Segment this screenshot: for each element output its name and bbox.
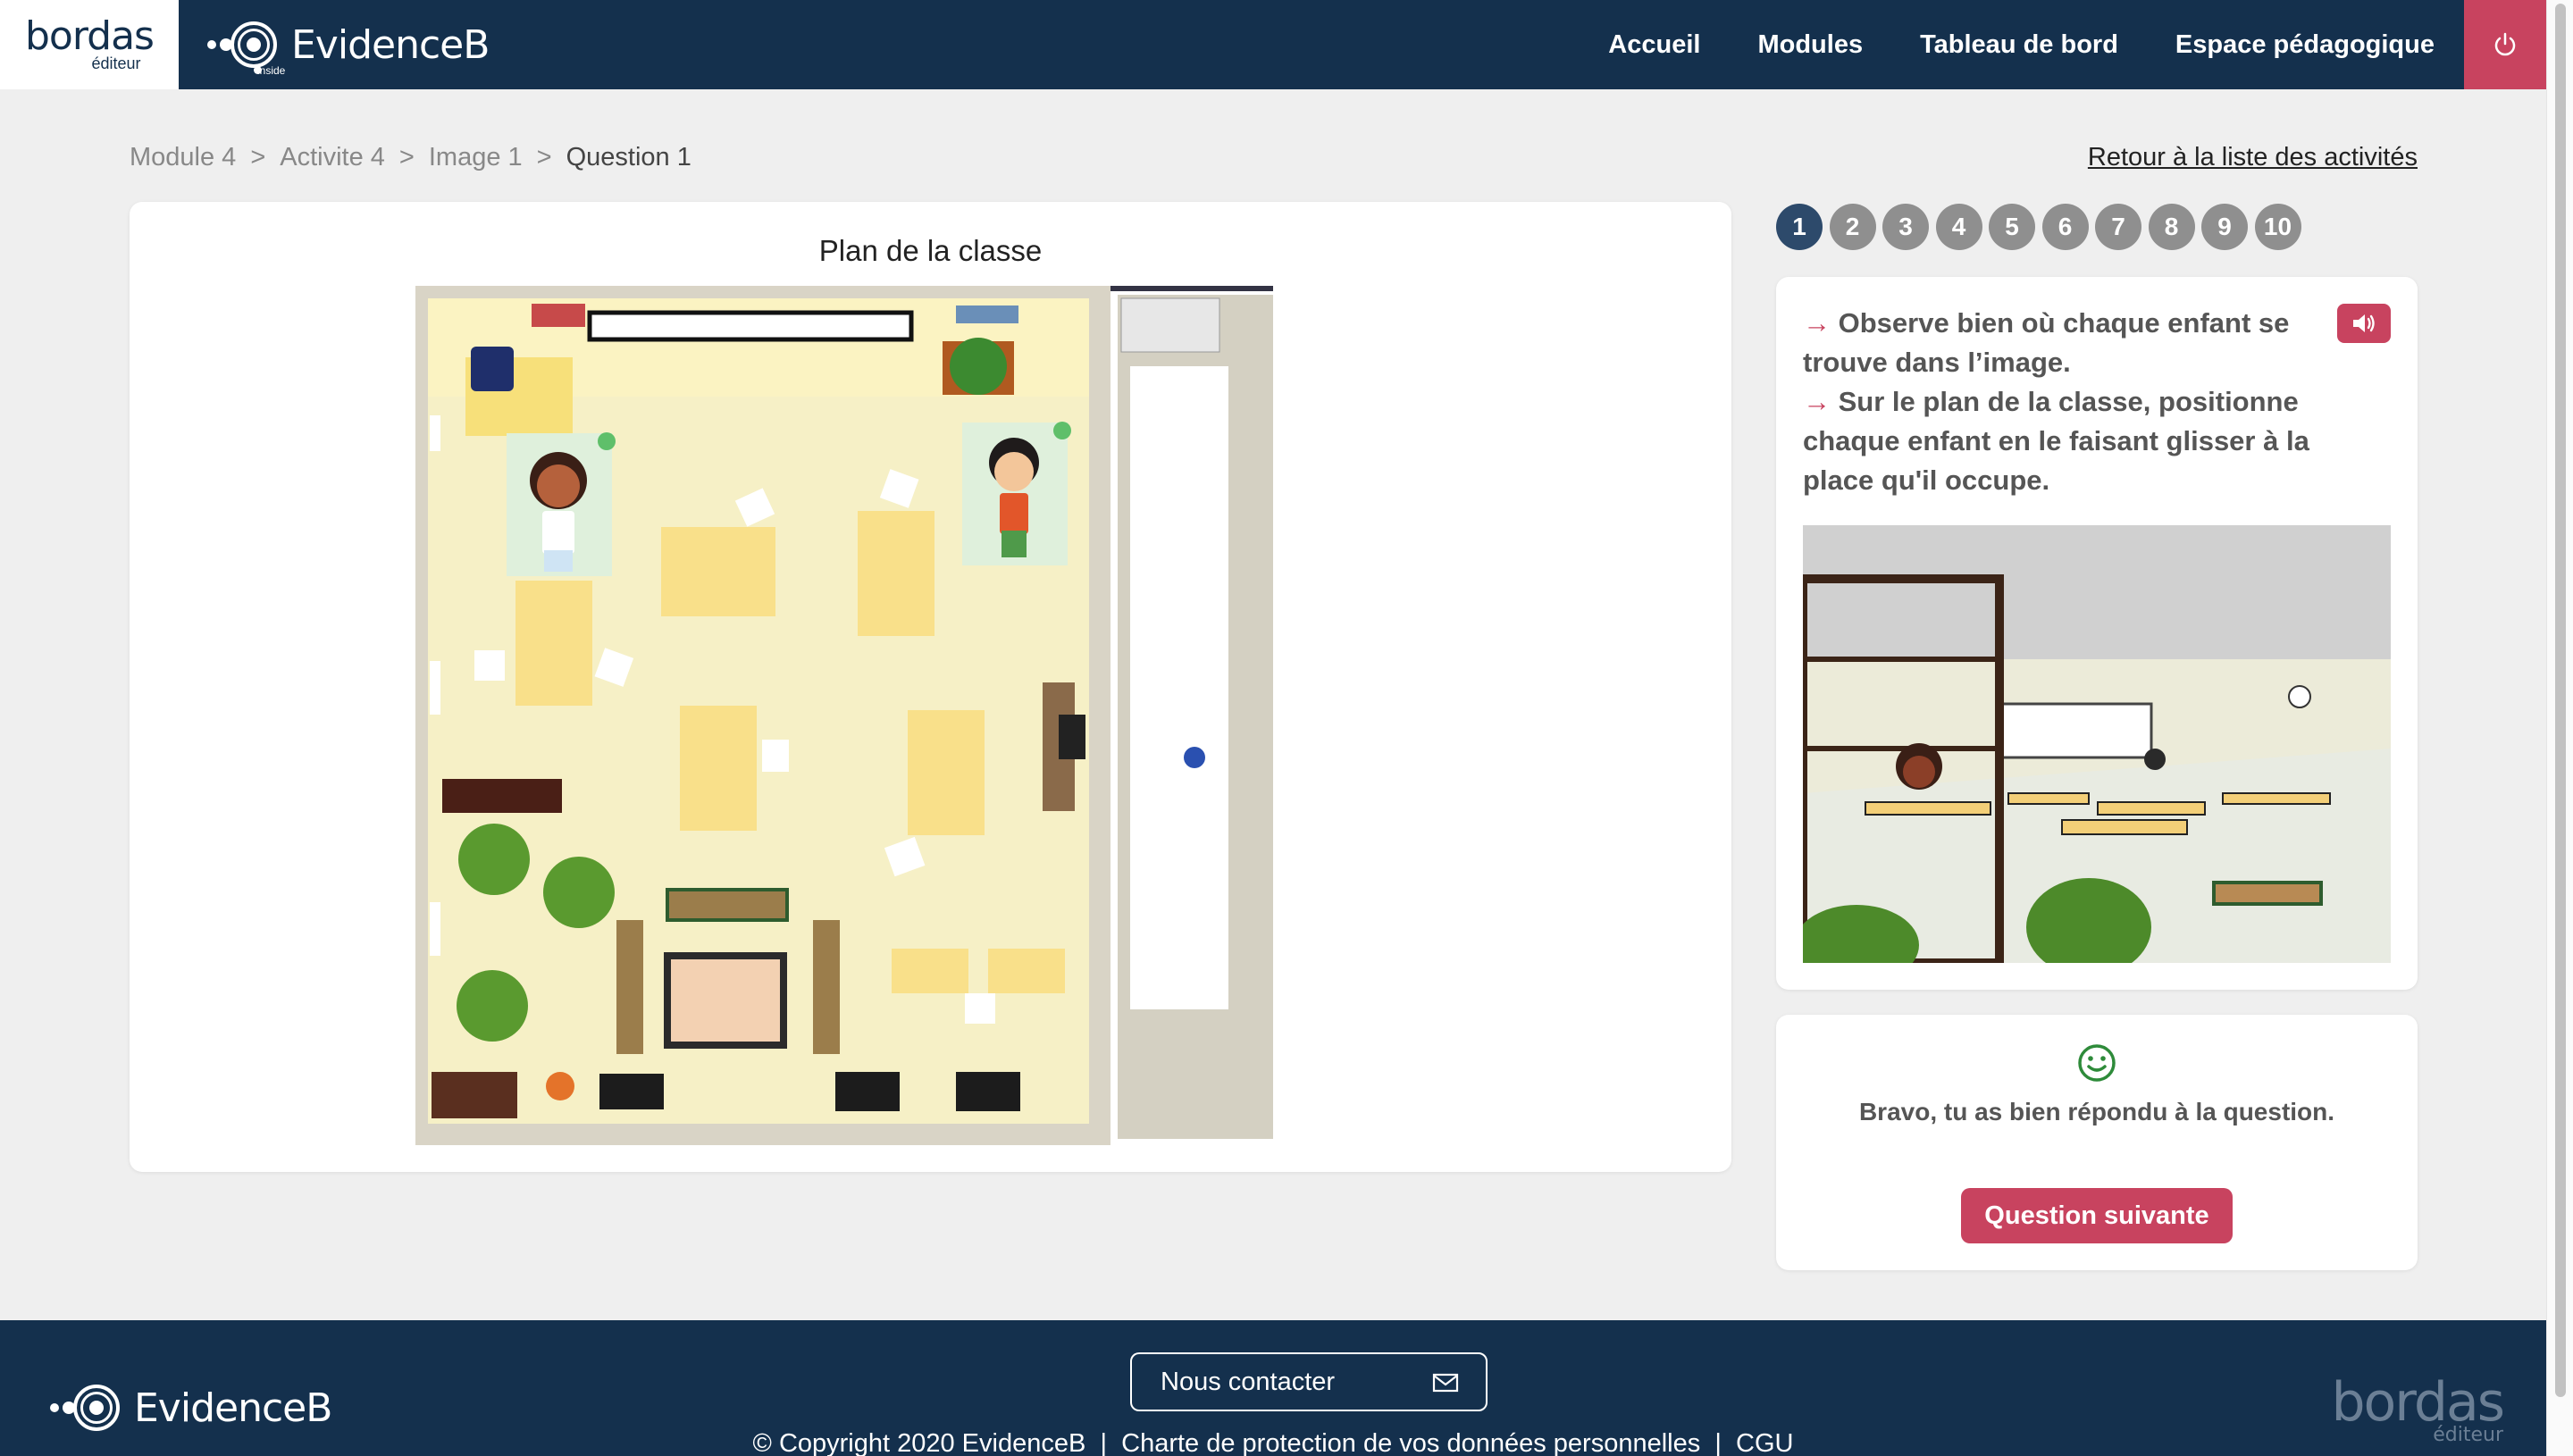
next-question-button[interactable]: Question suivante <box>1961 1188 2233 1243</box>
power-icon <box>2494 32 2516 56</box>
copyright-text: © Copyright 2020 EvidenceB <box>752 1429 1086 1456</box>
footer: EvidenceB Nous contacter © Copyright 202… <box>0 1320 2546 1456</box>
question-navigator: 1 2 3 4 5 6 7 8 9 10 <box>1776 204 2308 250</box>
arrow-icon: → <box>1803 386 1831 417</box>
question-number-1[interactable]: 1 <box>1776 204 1823 250</box>
evidenceb-logo[interactable]: EvidenceB inside <box>207 13 490 77</box>
bordas-logo-text: bordas <box>25 13 155 59</box>
header: bordas éditeur EvidenceB inside Accueil … <box>0 0 2546 89</box>
instruction-line-1: Observe bien où chaque enfant se trouve … <box>1803 307 2290 378</box>
breadcrumb: Module 4 > Activite 4 > Image 1 > Questi… <box>130 143 706 172</box>
footer-separator: | <box>1100 1429 1107 1456</box>
cgu-link[interactable]: CGU <box>1736 1429 1793 1456</box>
classroom-plan[interactable] <box>415 286 1273 1145</box>
bordas-logo[interactable]: bordas éditeur <box>0 0 179 89</box>
feedback-message: Bravo, tu as bien répondu à la question. <box>1858 1098 2335 1125</box>
smiley-icon <box>2078 1044 2116 1082</box>
contact-button[interactable]: Nous contacter <box>1130 1352 1488 1411</box>
breadcrumb-module[interactable]: Module 4 <box>130 143 236 172</box>
privacy-link[interactable]: Charte de protection de vos données pers… <box>1121 1429 1700 1456</box>
breadcrumb-separator: > <box>536 143 552 172</box>
child-token-1[interactable] <box>507 432 616 576</box>
plan-title: Plan de la classe <box>818 234 1043 267</box>
scrollbar-thumb[interactable] <box>2555 4 2566 1397</box>
instruction-line-2: Sur le plan de la classe, positionne cha… <box>1803 386 2309 496</box>
question-number-5[interactable]: 5 <box>1989 204 2035 250</box>
footer-evidenceb-text: EvidenceB <box>134 1385 332 1431</box>
breadcrumb-question: Question 1 <box>566 143 691 172</box>
breadcrumb-separator: > <box>250 143 266 172</box>
breadcrumb-image[interactable]: Image 1 <box>429 143 523 172</box>
footer-links: © Copyright 2020 EvidenceB | Charte de p… <box>0 1429 2546 1456</box>
child-token-2[interactable] <box>962 422 1071 565</box>
back-to-activities-link[interactable]: Retour à la liste des activités <box>2088 143 2418 172</box>
question-number-4[interactable]: 4 <box>1935 204 1982 250</box>
nav-modules[interactable]: Modules <box>1757 30 1863 60</box>
question-number-10[interactable]: 10 <box>2254 204 2301 250</box>
question-number-9[interactable]: 9 <box>2201 204 2248 250</box>
question-number-7[interactable]: 7 <box>2095 204 2141 250</box>
speaker-icon <box>2353 314 2375 332</box>
main-nav: Accueil Modules Tableau de bord Espace p… <box>1551 0 2435 89</box>
footer-bordas-logo[interactable]: bordas éditeur <box>2331 1376 2505 1445</box>
footer-separator: | <box>1714 1429 1722 1456</box>
instructions-card: → Observe bien où chaque enfant se trouv… <box>1776 277 2418 990</box>
nav-dashboard[interactable]: Tableau de bord <box>1920 30 2118 60</box>
question-number-3[interactable]: 3 <box>1882 204 1929 250</box>
question-number-2[interactable]: 2 <box>1829 204 1876 250</box>
evidenceb-logo-sub: inside <box>257 64 286 77</box>
mail-icon <box>1432 1373 1459 1393</box>
evidenceb-logo-text: EvidenceB <box>291 21 490 68</box>
contact-label: Nous contacter <box>1161 1367 1336 1396</box>
nav-teacher-space[interactable]: Espace pédagogique <box>2175 30 2435 60</box>
plan-card: Plan de la classe <box>130 202 1731 1172</box>
bordas-logo-sub: éditeur <box>91 54 141 72</box>
breadcrumb-separator: > <box>398 143 415 172</box>
question-number-6[interactable]: 6 <box>2041 204 2089 250</box>
arrow-icon: → <box>1803 307 1831 339</box>
page-scrollbar[interactable] <box>2546 0 2573 1456</box>
read-aloud-button[interactable] <box>2337 304 2391 343</box>
feedback-card: Bravo, tu as bien répondu à la question.… <box>1776 1015 2418 1270</box>
nav-home[interactable]: Accueil <box>1608 30 1700 60</box>
logout-button[interactable] <box>2464 0 2546 89</box>
instructions-text: → Observe bien où chaque enfant se trouv… <box>1803 304 2321 500</box>
question-number-8[interactable]: 8 <box>2148 204 2195 250</box>
breadcrumb-activity[interactable]: Activite 4 <box>280 143 385 172</box>
classroom-photo <box>1803 525 2391 963</box>
